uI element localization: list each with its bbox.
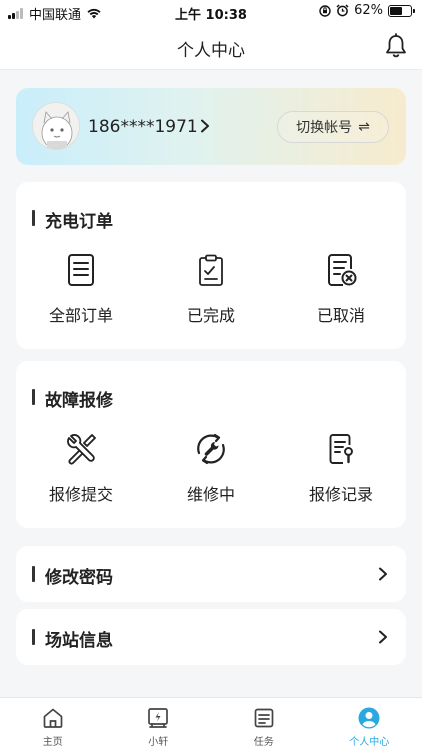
chevron-right-icon xyxy=(379,630,387,644)
switch-account-button[interactable]: 切换帐号 ⇌ xyxy=(277,111,389,143)
avatar-image xyxy=(33,103,79,149)
tab-xiaoxuan-label: 小轩 xyxy=(148,737,169,748)
status-bar: 中国联通 上午 10:38 62% xyxy=(0,0,422,24)
status-right: 62% xyxy=(319,3,415,18)
change-password-row[interactable]: 修改密码 xyxy=(16,546,406,602)
repair-record-icon xyxy=(329,434,353,464)
tab-profile[interactable]: 个人中心 xyxy=(317,698,422,750)
repair-record-button[interactable]: 报修记录 xyxy=(276,431,406,505)
all-orders-label: 全部订单 xyxy=(48,306,113,325)
station-info-label: 场站信息 xyxy=(32,626,113,651)
repair-card: 故障报修 报修提交 维修中 报修记录 xyxy=(16,361,406,528)
tab-bar: 主页 小轩 任务 个人中心 xyxy=(0,697,422,750)
phone-number[interactable]: 186****1971 xyxy=(88,117,198,137)
completed-orders-label: 已完成 xyxy=(186,306,235,325)
completed-orders-button[interactable]: 已完成 xyxy=(146,252,276,326)
tab-task-label: 任务 xyxy=(253,737,274,748)
alarm-icon xyxy=(336,4,349,17)
station-info-row[interactable]: 场站信息 xyxy=(16,609,406,665)
profile-card: 186****1971 切换帐号 ⇌ xyxy=(16,88,406,165)
charger-icon xyxy=(148,708,169,728)
switch-account-label: 切换帐号 xyxy=(296,120,353,136)
orientation-lock-icon xyxy=(319,4,331,17)
wrench-cycle-icon xyxy=(197,433,225,465)
tab-home-label: 主页 xyxy=(42,737,63,748)
repair-title: 故障报修 xyxy=(32,386,113,411)
charging-orders-title: 充电订单 xyxy=(32,207,113,232)
battery-fill xyxy=(390,6,403,15)
page-title: 个人中心 xyxy=(177,41,245,61)
bell-icon[interactable] xyxy=(382,32,410,60)
cancelled-orders-label: 已取消 xyxy=(316,306,365,325)
profile-icon xyxy=(358,707,380,729)
avatar[interactable] xyxy=(32,102,80,150)
task-icon xyxy=(254,708,274,728)
tab-task[interactable]: 任务 xyxy=(211,698,317,750)
submit-repair-label: 报修提交 xyxy=(48,485,113,504)
repair-record-label: 报修记录 xyxy=(308,485,373,504)
battery-percent: 62% xyxy=(354,3,383,18)
page-header: 个人中心 xyxy=(0,24,422,70)
charging-orders-grid: 全部订单 已完成 已取消 xyxy=(16,252,406,326)
charging-orders-card: 充电订单 全部订单 已完成 已取消 xyxy=(16,182,406,349)
cancelled-orders-button[interactable]: 已取消 xyxy=(276,252,406,326)
switch-arrows-icon: ⇌ xyxy=(358,119,370,135)
in-repair-label: 维修中 xyxy=(186,485,235,504)
chevron-right-icon[interactable] xyxy=(200,119,210,133)
order-cancel-icon xyxy=(328,254,357,286)
all-orders-button[interactable]: 全部订单 xyxy=(16,252,146,326)
in-repair-button[interactable]: 维修中 xyxy=(146,431,276,505)
battery-icon xyxy=(388,4,415,17)
submit-repair-button[interactable]: 报修提交 xyxy=(16,431,146,505)
repair-grid: 报修提交 维修中 报修记录 xyxy=(16,431,406,505)
change-password-label: 修改密码 xyxy=(32,563,113,588)
tab-home[interactable]: 主页 xyxy=(0,698,106,750)
order-list-icon xyxy=(68,254,94,286)
tools-icon xyxy=(67,434,96,465)
chevron-right-icon xyxy=(379,567,387,581)
clipboard-check-icon xyxy=(199,254,223,286)
home-icon xyxy=(43,708,63,728)
tab-profile-label: 个人中心 xyxy=(349,737,390,748)
tab-xiaoxuan[interactable]: 小轩 xyxy=(106,698,212,750)
